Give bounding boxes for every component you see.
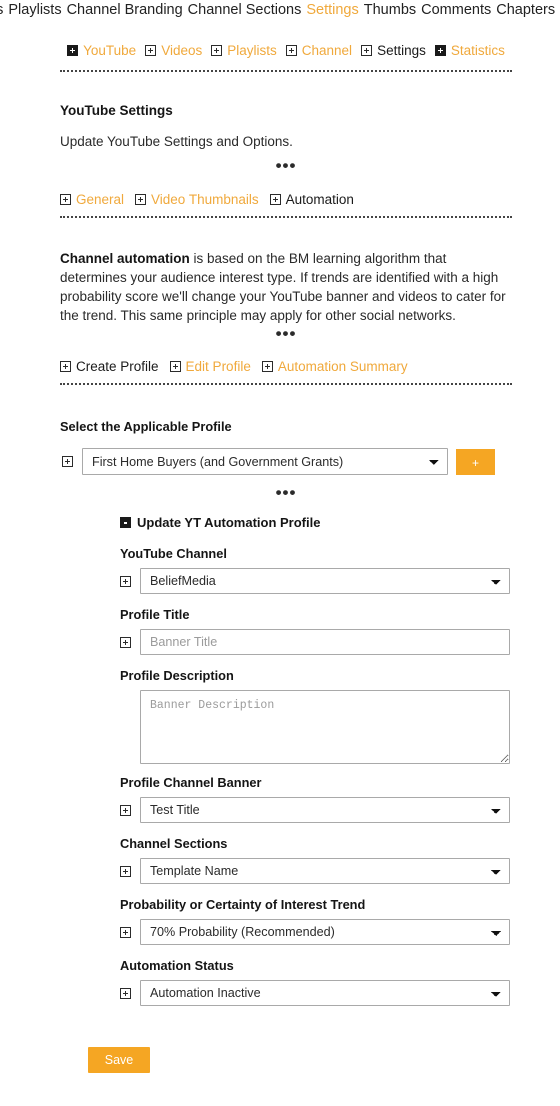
automation-link-row: Create Profile Edit Profile Automation Sum… <box>60 358 408 376</box>
link-automation[interactable]: Automation <box>269 191 354 209</box>
automation-profile-form: Update YT Automation Profile YouTube Cha… <box>120 515 510 1006</box>
tab-youtube-label: YouTube <box>83 43 137 58</box>
save-button[interactable]: Save <box>88 1047 150 1073</box>
tab-playlists-label: Playlists <box>227 43 277 58</box>
label-profile-title: Profile Title <box>120 607 190 622</box>
plus-box-icon <box>145 45 157 56</box>
link-general[interactable]: General <box>60 191 124 209</box>
tab-youtube[interactable]: YouTube <box>67 42 136 60</box>
tab-statistics-label: Statistics <box>450 43 505 58</box>
profile-select-label: Select the Applicable Profile <box>60 419 232 434</box>
label-profile-channel-banner: Profile Channel Banner <box>120 775 262 790</box>
nav-item-playlists[interactable]: Playlists <box>8 1 61 20</box>
link-automation-summary[interactable]: Automation Summary <box>261 358 408 376</box>
plus-box-icon[interactable] <box>120 926 131 938</box>
plus-box-filled-icon <box>67 45 79 56</box>
divider-rule-3 <box>60 383 512 385</box>
plus-box-filled-icon <box>434 45 446 56</box>
link-edit-profile-label: Edit Profile <box>185 359 251 374</box>
nav-item-videos[interactable]: eos <box>0 1 3 20</box>
tab-videos[interactable]: Videos <box>145 42 202 60</box>
form-heading-label: Update YT Automation Profile <box>137 515 321 530</box>
section-body-channel-automation: Channel automation is based on the BM le… <box>60 249 510 325</box>
select-probability[interactable]: 70% Probability (Recommended) <box>140 919 510 945</box>
link-create-profile[interactable]: Create Profile <box>60 358 159 376</box>
tab-settings[interactable]: Settings <box>361 42 426 60</box>
link-video-thumbnails-label: Video Thumbnails <box>151 192 259 207</box>
plus-box-icon <box>211 45 223 56</box>
link-create-profile-label: Create Profile <box>76 359 159 374</box>
plus-box-icon <box>285 45 297 56</box>
plus-box-icon <box>269 194 281 205</box>
row-profile-title <box>120 629 510 655</box>
nav-item-channel-branding[interactable]: Channel Branding <box>67 1 183 20</box>
channel-automation-lead: Channel automation <box>60 251 190 266</box>
tab-videos-label: Videos <box>161 43 203 58</box>
link-video-thumbnails[interactable]: Video Thumbnails <box>135 191 259 209</box>
row-channel-sections: Template Name <box>120 858 510 884</box>
row-profile-description <box>120 690 510 764</box>
tab-statistics[interactable]: Statistics <box>434 42 505 60</box>
breadcrumb-nav: eos Playlists Channel Branding Channel Sect… <box>0 0 560 20</box>
add-profile-button[interactable]: + <box>456 448 495 475</box>
plus-box-icon <box>261 361 273 372</box>
select-youtube-channel[interactable]: BeliefMedia <box>140 568 510 594</box>
label-channel-sections: Channel Sections <box>120 836 228 851</box>
divider-rule-1 <box>60 70 512 72</box>
divider-rule-2 <box>60 216 512 218</box>
nav-item-chapters[interactable]: Chapters <box>496 1 555 20</box>
link-automation-summary-label: Automation Summary <box>277 359 408 374</box>
settings-link-row: General Video Thumbnails Automation <box>60 191 354 209</box>
plus-box-icon[interactable] <box>120 636 131 648</box>
nav-item-comments[interactable]: Comments <box>421 1 491 20</box>
plus-box-icon <box>135 194 147 205</box>
section-title-youtube-settings: YouTube Settings <box>60 103 173 118</box>
plus-box-icon[interactable] <box>120 865 131 877</box>
row-profile-channel-banner: Test Title <box>120 797 510 823</box>
nav-item-settings[interactable]: Settings <box>306 1 358 20</box>
select-channel-sections[interactable]: Template Name <box>140 858 510 884</box>
plus-box-icon <box>60 361 71 372</box>
plus-box-icon[interactable] <box>120 804 131 816</box>
tab-settings-label: Settings <box>377 43 426 58</box>
form-heading: Update YT Automation Profile <box>120 515 510 530</box>
tab-channel-label: Channel <box>301 43 353 58</box>
profile-select-row: First Home Buyers (and Government Grants… <box>62 448 512 475</box>
plus-box-icon[interactable] <box>120 987 131 999</box>
label-automation-status: Automation Status <box>120 958 234 973</box>
tab-playlists[interactable]: Playlists <box>211 42 277 60</box>
link-edit-profile[interactable]: Edit Profile <box>169 358 251 376</box>
section-body-youtube-settings: Update YouTube Settings and Options. <box>60 134 293 149</box>
plus-box-icon <box>361 45 373 56</box>
textarea-profile-description[interactable] <box>140 690 510 764</box>
plus-box-icon <box>169 361 181 372</box>
ellipsis-divider-3: ••• <box>275 483 297 502</box>
link-general-label: General <box>76 192 125 207</box>
select-automation-status[interactable]: Automation Inactive <box>140 980 510 1006</box>
nav-item-thumbs[interactable]: Thumbs <box>364 1 416 20</box>
nav-item-channel-sections[interactable]: Channel Sections <box>188 1 302 20</box>
primary-tab-row: YouTube Videos Playlists Channel Settings Sta… <box>60 42 512 60</box>
link-automation-label: Automation <box>285 192 354 207</box>
label-probability: Probability or Certainty of Interest Tre… <box>120 897 366 912</box>
row-youtube-channel: BeliefMedia <box>120 568 510 594</box>
row-automation-status: Automation Inactive <box>120 980 510 1006</box>
profile-select[interactable]: First Home Buyers (and Government Grants… <box>82 448 448 475</box>
plus-box-icon[interactable] <box>120 575 131 587</box>
ellipsis-divider-2: ••• <box>275 324 297 343</box>
label-youtube-channel: YouTube Channel <box>120 546 227 561</box>
input-profile-title[interactable] <box>140 629 510 655</box>
ellipsis-divider-1: ••• <box>275 156 297 175</box>
collapse-box-icon[interactable] <box>120 517 131 528</box>
select-profile-channel-banner[interactable]: Test Title <box>140 797 510 823</box>
tab-channel[interactable]: Channel <box>285 42 353 60</box>
plus-box-icon[interactable] <box>62 456 73 467</box>
row-probability: 70% Probability (Recommended) <box>120 919 510 945</box>
label-profile-description: Profile Description <box>120 668 234 683</box>
plus-box-icon <box>60 194 71 205</box>
